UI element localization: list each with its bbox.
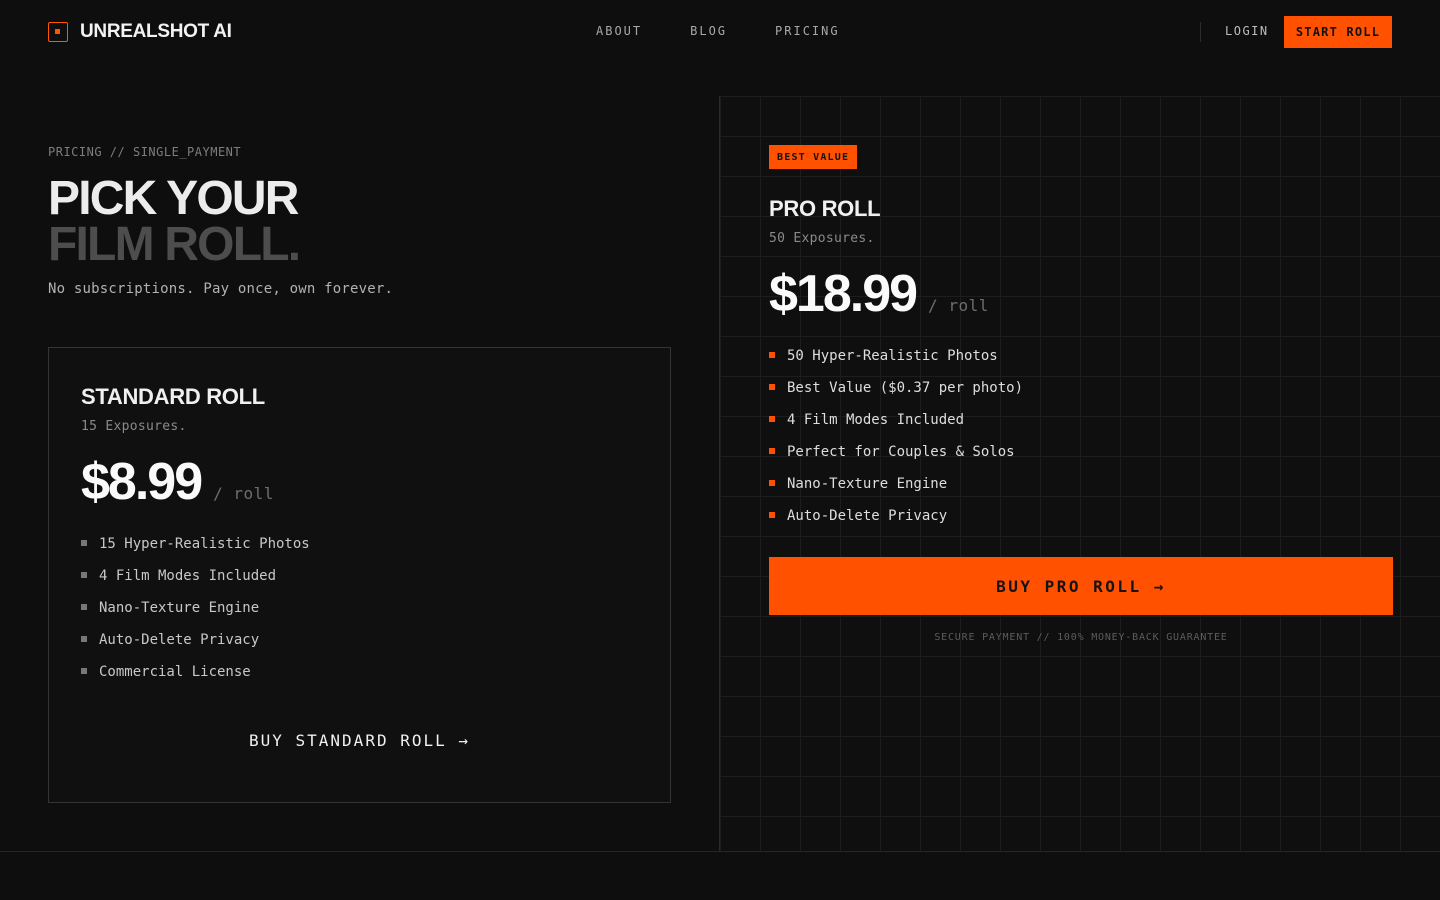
- film-frame-icon: [48, 22, 68, 42]
- standard-price-unit: / roll: [213, 484, 274, 503]
- list-item: 4 Film Modes Included: [81, 567, 310, 599]
- list-item: Best Value ($0.37 per photo): [769, 379, 1023, 411]
- buy-pro-roll-button[interactable]: BUY PRO ROLL →: [769, 557, 1393, 615]
- list-item: Auto-Delete Privacy: [81, 631, 310, 663]
- pro-price-row: $18.99 / roll: [769, 264, 989, 324]
- brand-name: UNREALSHOT AI: [80, 21, 232, 42]
- pro-price: $18.99: [769, 265, 918, 323]
- page-title-line1: PICK YOUR: [48, 172, 299, 225]
- brand-logo[interactable]: UNREALSHOT AI: [48, 20, 232, 44]
- list-item: 15 Hyper-Realistic Photos: [81, 535, 310, 567]
- secure-payment-note: SECURE PAYMENT // 100% MONEY-BACK GUARAN…: [934, 632, 1228, 643]
- nav-link-pricing[interactable]: PRICING: [775, 24, 840, 38]
- footer-divider: [0, 851, 1440, 852]
- page-title: PICK YOUR FILM ROLL.: [48, 172, 301, 271]
- page-subtitle: No subscriptions. Pay once, own forever.: [48, 281, 394, 297]
- login-link[interactable]: LOGIN: [1225, 24, 1269, 38]
- list-item: 4 Film Modes Included: [769, 411, 1023, 443]
- nav-link-blog[interactable]: BLOG: [690, 24, 727, 38]
- standard-exposures: 15 Exposures.: [81, 419, 187, 434]
- pro-feature-list: 50 Hyper-Realistic Photos Best Value ($0…: [769, 347, 1023, 539]
- standard-price-row: $8.99 / roll: [81, 452, 274, 512]
- pro-roll-panel: BEST VALUE PRO ROLL 50 Exposures. $18.99…: [719, 96, 1440, 852]
- pro-title: PRO ROLL: [769, 196, 881, 221]
- list-item: Nano-Texture Engine: [769, 475, 1023, 507]
- nav-links: ABOUT BLOG PRICING: [596, 24, 840, 38]
- standard-feature-list: 15 Hyper-Realistic Photos 4 Film Modes I…: [81, 535, 310, 695]
- standard-price: $8.99: [81, 453, 203, 511]
- standard-roll-card: STANDARD ROLL 15 Exposures. $8.99 / roll…: [48, 347, 671, 803]
- top-nav: UNREALSHOT AI ABOUT BLOG PRICING LOGIN S…: [0, 0, 1440, 64]
- pro-exposures: 50 Exposures.: [769, 231, 875, 246]
- list-item: Auto-Delete Privacy: [769, 507, 1023, 539]
- buy-standard-roll-button[interactable]: BUY STANDARD ROLL →: [49, 731, 670, 750]
- nav-divider: [1200, 22, 1201, 42]
- start-roll-button[interactable]: START ROLL: [1284, 16, 1392, 48]
- list-item: Commercial License: [81, 663, 310, 695]
- list-item: Perfect for Couples & Solos: [769, 443, 1023, 475]
- page-title-line2: FILM ROLL.: [48, 218, 301, 271]
- nav-link-about[interactable]: ABOUT: [596, 24, 642, 38]
- list-item: 50 Hyper-Realistic Photos: [769, 347, 1023, 379]
- standard-title: STANDARD ROLL: [81, 384, 265, 409]
- list-item: Nano-Texture Engine: [81, 599, 310, 631]
- pro-price-unit: / roll: [928, 296, 989, 315]
- section-eyebrow: PRICING // SINGLE_PAYMENT: [48, 145, 242, 159]
- best-value-badge: BEST VALUE: [769, 145, 858, 169]
